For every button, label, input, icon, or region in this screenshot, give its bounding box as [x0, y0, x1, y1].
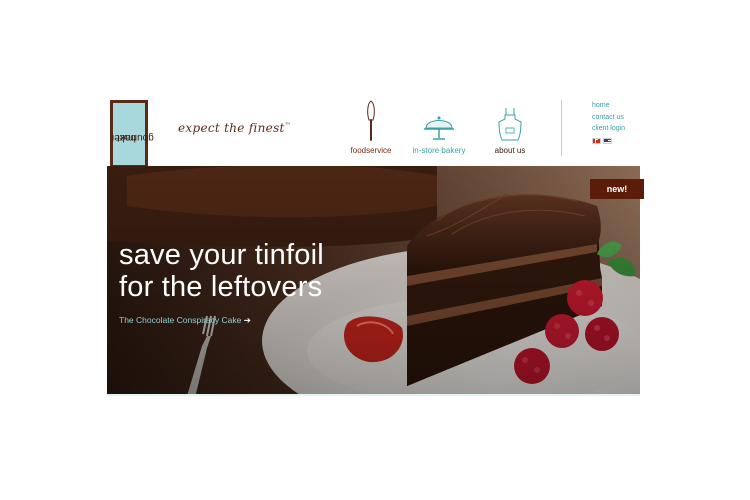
canada-flag-icon[interactable] [592, 137, 601, 144]
product-link-label: The Chocolate Conspiracy Cake [119, 315, 242, 325]
cake-server-icon [367, 100, 375, 141]
logo-word-baker: baker [110, 132, 136, 143]
page: gourmet baker expect the finest™ foodser… [0, 0, 750, 500]
hero-headline: save your tinfoil for the leftovers [119, 239, 324, 303]
usa-flag-icon[interactable] [603, 137, 612, 144]
trademark: ™ [284, 122, 291, 129]
client-login-link[interactable]: client login [592, 123, 625, 135]
new-badge[interactable]: new! [590, 179, 644, 199]
tagline: expect the finest™ [178, 121, 291, 135]
nav-about-us-label: about us [494, 146, 526, 155]
utility-links: home contact us client login [592, 100, 625, 144]
product-link[interactable]: The Chocolate Conspiracy Cake ➔ [119, 315, 251, 326]
arrow-right-icon: ➔ [243, 315, 251, 325]
hero-headline-line2: for the leftovers [119, 271, 323, 303]
apron-icon [498, 108, 522, 141]
contact-us-link[interactable]: contact us [592, 112, 625, 124]
tagline-text: expect the finest [178, 121, 285, 135]
nav-about-us[interactable]: about us [465, 100, 555, 155]
language-flags [592, 137, 625, 144]
hero-headline-line1: save your tinfoil [119, 239, 324, 271]
cake-stand-icon [424, 116, 454, 140]
hero-banner[interactable]: save your tinfoil for the leftovers The … [107, 166, 640, 394]
logo-wordmark: gourmet baker [111, 107, 154, 167]
hero-bottom-border [107, 394, 640, 396]
header-divider [561, 100, 562, 156]
home-link[interactable]: home [592, 100, 625, 112]
